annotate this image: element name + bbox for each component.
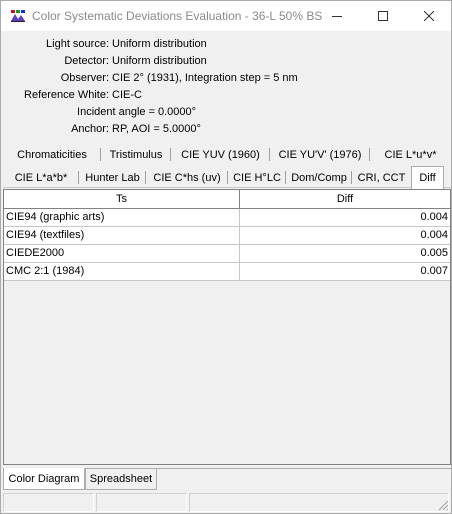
minimize-icon <box>332 16 342 17</box>
close-icon <box>424 11 434 21</box>
detector-row: Detector: Uniform distribution <box>1 54 451 70</box>
status-panel-1 <box>3 493 94 512</box>
observer-value: CIE 2° (1931), Integration step = 5 nm <box>112 72 298 84</box>
tab-cie-lab[interactable]: CIE L*a*b* <box>3 167 79 188</box>
window-title: Color Systematic Deviations Evaluation -… <box>32 9 323 23</box>
tab-strip-bottom: CIE L*a*b* Hunter Lab CIE C*hs (uv) CIE … <box>3 166 451 189</box>
tab-color-diagram[interactable]: Color Diagram <box>3 468 85 490</box>
column-header-diff[interactable]: Diff <box>240 190 450 208</box>
info-panel: Light source: Uniform distribution Detec… <box>1 31 451 143</box>
table-row[interactable]: CIE94 (textfiles) 0.004 <box>4 227 450 245</box>
tab-label: CIE C*hs (uv) <box>153 171 221 184</box>
light-source-row: Light source: Uniform distribution <box>1 37 451 53</box>
tab-cie-luv[interactable]: CIE L*u*v* <box>370 144 451 165</box>
tab-tristimulus[interactable]: Tristimulus <box>101 144 171 165</box>
tab-dom-comp[interactable]: Dom/Comp <box>286 167 352 188</box>
anchor-row: Anchor: RP, AOI = 5.0000° <box>1 122 451 138</box>
tab-strip-top: Chromaticities Tristimulus CIE YUV (1960… <box>3 144 451 165</box>
status-panel-3 <box>189 493 449 512</box>
row-name: CMC 2:1 (1984) <box>4 263 240 280</box>
diff-table: Ts Diff CIE94 (graphic arts) 0.004 CIE94… <box>3 189 451 465</box>
row-value: 0.007 <box>420 265 448 277</box>
tab-label: Dom/Comp <box>291 171 347 184</box>
tab-cie-chs-uv[interactable]: CIE C*hs (uv) <box>146 167 228 188</box>
app-window: Color Systematic Deviations Evaluation -… <box>0 0 452 514</box>
incident-angle-label: Incident angle = <box>77 106 155 118</box>
tab-cri-cct[interactable]: CRI, CCT <box>352 167 411 188</box>
table-row[interactable]: CIEDE2000 0.005 <box>4 245 450 263</box>
tab-label: Hunter Lab <box>85 171 140 184</box>
tab-chromaticities[interactable]: Chromaticities <box>3 144 101 165</box>
row-name: CIE94 (textfiles) <box>4 227 240 244</box>
reference-white-label: Reference White: <box>24 89 109 101</box>
tab-label: Tristimulus <box>109 148 163 161</box>
tab-label: CIE YUV (1960) <box>181 148 260 161</box>
observer-row: Observer: CIE 2° (1931), Integration ste… <box>1 71 451 87</box>
tab-label: CIE H°LC <box>233 171 281 184</box>
reference-white-row: Reference White: CIE-C <box>1 88 451 104</box>
tab-label: Diff <box>419 172 436 184</box>
incident-angle-value: 0.0000° <box>158 106 197 118</box>
light-source-label: Light source: <box>46 38 109 50</box>
tab-hunter-lab[interactable]: Hunter Lab <box>79 167 146 188</box>
row-name: CIE94 (graphic arts) <box>4 209 240 226</box>
row-value: 0.005 <box>420 247 448 259</box>
reference-white-value: CIE-C <box>112 89 142 101</box>
detector-label: Detector: <box>64 55 109 67</box>
resize-grip-icon[interactable] <box>437 499 449 511</box>
row-name: CIEDE2000 <box>4 245 240 262</box>
table-row[interactable]: CMC 2:1 (1984) 0.007 <box>4 263 450 281</box>
title-bar: Color Systematic Deviations Evaluation -… <box>1 1 451 31</box>
close-button[interactable] <box>406 1 452 31</box>
anchor-value: RP, AOI = 5.0000° <box>112 123 201 135</box>
tab-label: CIE L*a*b* <box>14 171 68 184</box>
tab-label: Chromaticities <box>17 148 87 161</box>
anchor-label: Anchor: <box>71 123 109 135</box>
column-header-ts[interactable]: Ts <box>4 190 240 208</box>
table-header: Ts Diff <box>4 190 450 209</box>
row-value: 0.004 <box>420 229 448 241</box>
tab-label: CIE YU'V' (1976) <box>278 148 362 161</box>
maximize-icon <box>378 11 388 21</box>
tab-label: CRI, CCT <box>357 171 406 184</box>
table-row[interactable]: CIE94 (graphic arts) 0.004 <box>4 209 450 227</box>
tab-label: CIE L*u*v* <box>384 148 437 161</box>
bottom-tab-strip: Color Diagram Spreadsheet <box>3 468 451 490</box>
tab-label: Spreadsheet <box>89 473 153 485</box>
row-value: 0.004 <box>420 211 448 223</box>
incident-angle-row: Incident angle = 0.0000° <box>1 105 451 121</box>
tab-label: Color Diagram <box>8 472 80 485</box>
observer-label: Observer: <box>60 72 109 84</box>
tab-spreadsheet[interactable]: Spreadsheet <box>85 469 157 490</box>
tab-cie-yuv-1960[interactable]: CIE YUV (1960) <box>171 144 270 165</box>
color-app-icon <box>10 9 26 23</box>
maximize-button[interactable] <box>360 1 406 31</box>
detector-value: Uniform distribution <box>112 55 207 67</box>
tab-diff[interactable]: Diff <box>411 166 444 189</box>
minimize-button[interactable] <box>314 1 360 31</box>
tab-cie-hlc[interactable]: CIE H°LC <box>228 167 286 188</box>
tab-cie-yuv-1976[interactable]: CIE YU'V' (1976) <box>270 144 370 165</box>
status-panel-2 <box>96 493 187 512</box>
light-source-value: Uniform distribution <box>112 38 207 50</box>
status-bar <box>1 491 451 513</box>
